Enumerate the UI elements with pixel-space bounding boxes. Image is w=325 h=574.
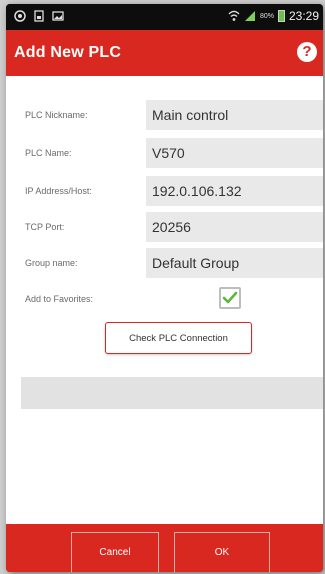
field-tcp-port: TCP Port: 20256 — [6, 212, 323, 242]
field-favorites: Add to Favorites: — [6, 284, 323, 314]
battery-icon — [277, 10, 285, 22]
battery-percent: 80% — [259, 12, 274, 20]
wifi-icon — [228, 10, 240, 21]
field-label: TCP Port: — [25, 222, 65, 232]
field-ip-address: IP Address/Host: 192.0.106.132 — [6, 176, 323, 206]
connection-result-bar — [21, 377, 323, 409]
status-notifications — [14, 10, 64, 22]
field-plc-name: PLC Name: V570 — [6, 138, 323, 168]
field-label: IP Address/Host: — [25, 186, 92, 196]
field-group-name: Group name: Default Group — [6, 248, 323, 278]
check-plc-connection-button[interactable]: Check PLC Connection — [105, 322, 252, 354]
favorites-checkbox[interactable] — [219, 287, 241, 309]
group-name-select[interactable]: Default Group — [146, 248, 323, 278]
status-system: 80% 23:29 — [228, 9, 319, 23]
tcp-port-input[interactable]: 20256 — [146, 212, 323, 242]
form-area: PLC Nickname: Main control PLC Name: V57… — [6, 76, 323, 524]
field-plc-nickname: PLC Nickname: Main control — [6, 100, 323, 130]
field-label: PLC Name: — [25, 148, 72, 158]
ip-address-input[interactable]: 192.0.106.132 — [146, 176, 323, 206]
favorites-label: Add to Favorites: — [25, 294, 94, 304]
cancel-button[interactable]: Cancel — [71, 532, 159, 572]
signal-icon — [244, 11, 255, 21]
status-bar: 80% 23:29 — [6, 4, 323, 30]
checkmark-icon — [222, 291, 238, 304]
android-icon — [14, 10, 26, 22]
action-bar: Add New PLC ? — [6, 30, 323, 76]
plc-nickname-input[interactable]: Main control — [146, 100, 323, 130]
field-label: PLC Nickname: — [25, 110, 88, 120]
image-icon — [52, 11, 64, 21]
clock: 23:29 — [288, 9, 319, 23]
page-title: Add New PLC — [14, 44, 122, 61]
field-label: Group name: — [25, 258, 78, 268]
help-icon[interactable]: ? — [297, 42, 317, 62]
plc-name-input[interactable]: V570 — [146, 138, 323, 168]
bottom-button-bar: Cancel OK — [6, 524, 323, 572]
ok-button[interactable]: OK — [174, 532, 270, 572]
notification-icon — [34, 10, 44, 22]
phone-screen: 80% 23:29 Add New PLC ? PLC Nickname: Ma… — [6, 4, 323, 572]
